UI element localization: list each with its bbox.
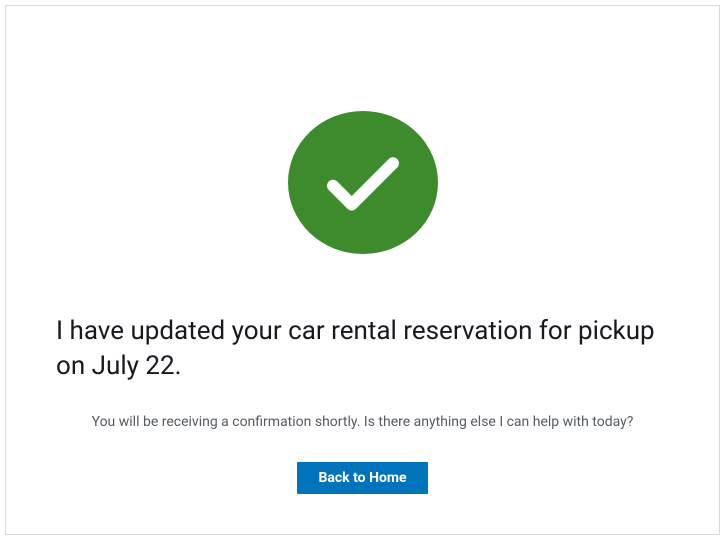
back-to-home-button[interactable]: Back to Home <box>297 462 427 494</box>
confirmation-card: I have updated your car rental reservati… <box>5 5 720 535</box>
success-checkmark-icon <box>288 111 438 254</box>
confirmation-heading: I have updated your car rental reservati… <box>56 314 669 384</box>
confirmation-subtext: You will be receiving a confirmation sho… <box>92 414 634 430</box>
